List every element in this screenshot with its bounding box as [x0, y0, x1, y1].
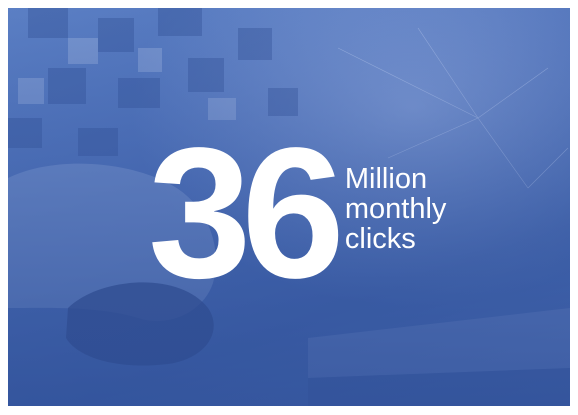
caption-line-1: Million — [344, 163, 428, 195]
stat-block: 36 Million monthly clicks — [148, 110, 447, 317]
stat-caption: Million monthly clicks — [345, 164, 447, 254]
caption-line-2: monthly — [344, 193, 447, 225]
stat-value: 36 — [148, 110, 345, 317]
caption-line-3: clicks — [344, 223, 416, 255]
promo-card: 36 Million monthly clicks — [8, 8, 570, 406]
